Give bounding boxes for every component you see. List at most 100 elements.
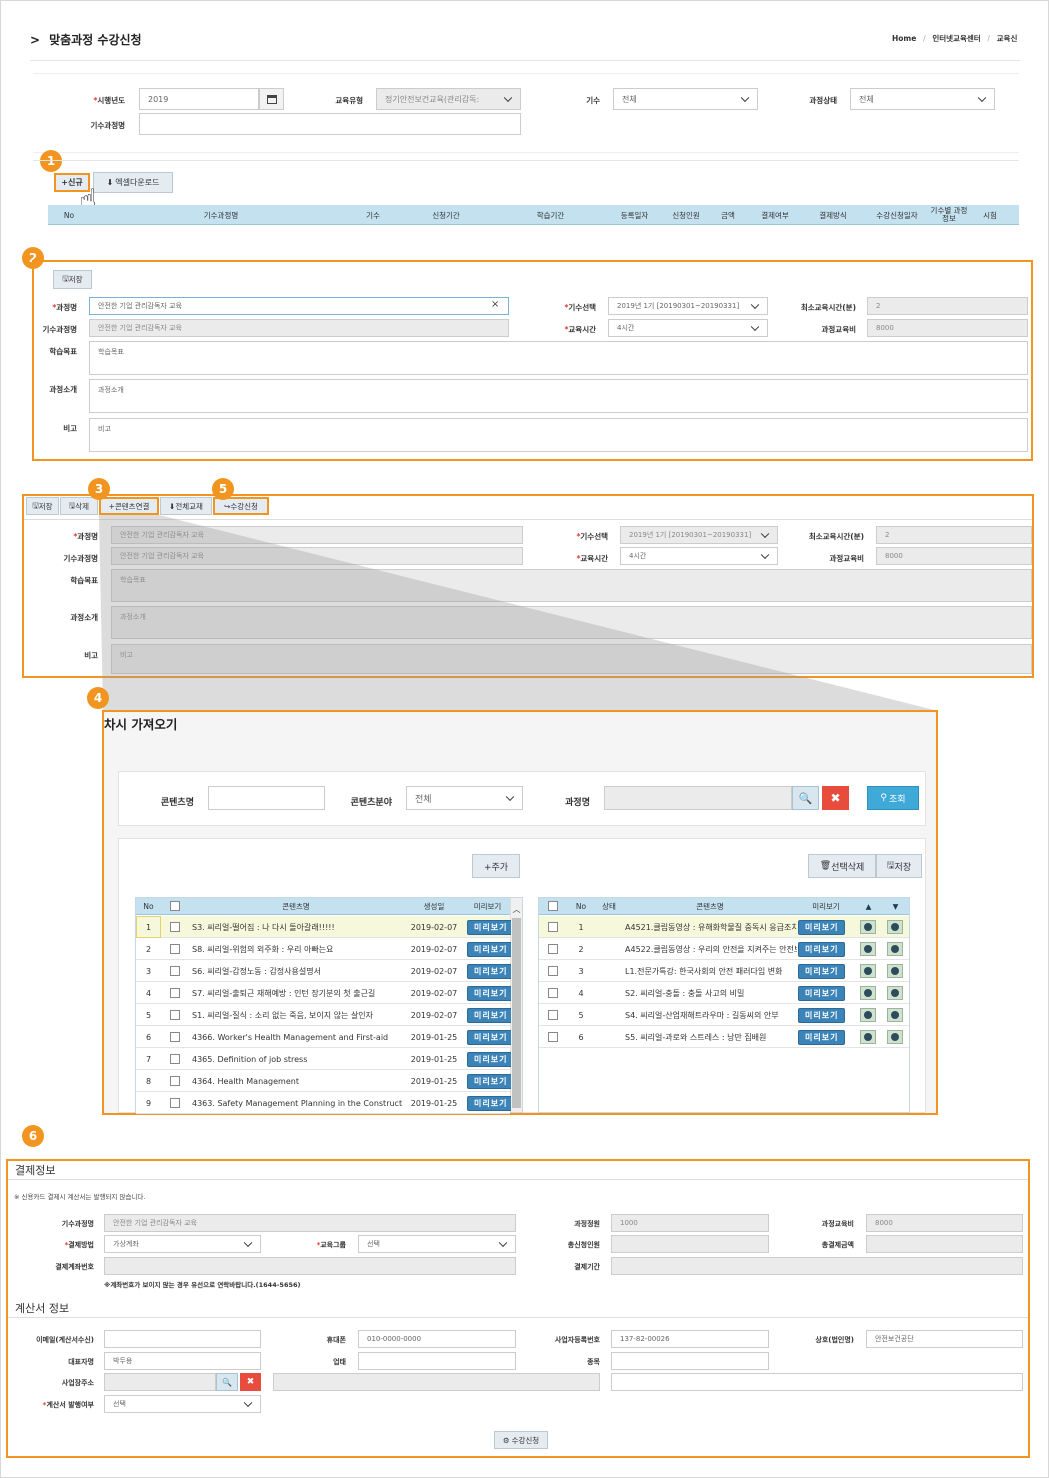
right-col-check[interactable]	[539, 897, 567, 915]
row-checkbox[interactable]	[539, 960, 567, 982]
email-input[interactable]	[104, 1330, 261, 1348]
preview-button[interactable]: 미리보기	[467, 916, 511, 938]
row-checkbox[interactable]	[539, 1026, 567, 1048]
preview-button[interactable]: 미리보기	[467, 1092, 511, 1114]
preview-button[interactable]: 미리보기	[798, 916, 856, 938]
left-row-date: 2019-01-25	[410, 1032, 458, 1042]
right-col-no[interactable]: No	[567, 897, 595, 915]
preview-button[interactable]: 미리보기	[798, 982, 856, 1004]
move-up-button[interactable]	[860, 960, 880, 982]
move-down-button[interactable]	[887, 938, 907, 960]
right-row[interactable]: 3 L1.전문가특강: 한국사회의 안전 패러다임 변화 미리보기	[539, 960, 909, 982]
bizitem-input[interactable]	[611, 1352, 769, 1370]
left-row[interactable]: 1 S3. 씨리얼-떨어짐 : 나 다시 돌아갈래!!!!! 2019-02-0…	[136, 916, 511, 938]
row-checkbox[interactable]	[539, 916, 567, 938]
content-field-select[interactable]: 전체	[406, 786, 523, 810]
close-icon[interactable]: ✖	[822, 786, 849, 810]
method-select[interactable]: 가상계좌	[104, 1235, 261, 1253]
address-input	[273, 1373, 600, 1391]
left-row[interactable]: 4 S7. 씨리얼-출퇴근 재해예방 : 인턴 장기분의 첫 출근길 2019-…	[136, 982, 511, 1004]
move-down-button[interactable]	[887, 1026, 907, 1048]
row-checkbox[interactable]	[539, 938, 567, 960]
search-button[interactable]: ⚲ 조회	[867, 786, 919, 810]
right-col-status[interactable]: 상태	[595, 897, 623, 915]
modal-save-button[interactable]: 🖫 저장	[876, 854, 922, 878]
search-icon[interactable]: 🔍	[216, 1373, 238, 1391]
move-down-button[interactable]	[887, 982, 907, 1004]
group-select[interactable]: 선택	[358, 1235, 516, 1253]
preview-button[interactable]: 미리보기	[467, 938, 511, 960]
preview-button[interactable]: 미리보기	[467, 1026, 511, 1048]
row-checkbox[interactable]	[161, 938, 189, 960]
issue-label: *계산서 발행여부	[42, 1401, 94, 1409]
row-checkbox[interactable]	[161, 982, 189, 1004]
preview-button[interactable]: 미리보기	[467, 982, 511, 1004]
left-row[interactable]: 2 S8. 씨리얼-위험의 외주화 : 우리 아빠는요 2019-02-07 미…	[136, 938, 511, 960]
left-row[interactable]: 6 4366. Worker's Health Management and F…	[136, 1026, 511, 1048]
preview-button[interactable]: 미리보기	[798, 1026, 856, 1048]
left-row[interactable]: 9 4363. Safety Management Planning in th…	[136, 1092, 511, 1114]
add-button[interactable]: +주가	[472, 854, 520, 878]
row-checkbox[interactable]	[161, 1070, 189, 1092]
right-row[interactable]: 1 A4521.클립동영상 : 유해화학물질 중독시 응급조치 미리보기	[539, 916, 909, 938]
right-row[interactable]: 4 S2. 씨리얼-충돌 : 충돌 사고의 비밀 미리보기	[539, 982, 909, 1004]
move-up-button[interactable]	[860, 1004, 880, 1026]
left-col-name[interactable]: 콘텐츠명	[189, 897, 403, 915]
move-down-icon[interactable]: ▼	[882, 897, 909, 915]
left-col-preview[interactable]: 미리보기	[465, 897, 510, 915]
preview-button[interactable]: 미리보기	[798, 960, 856, 982]
move-up-button[interactable]	[860, 1026, 880, 1048]
payment-title: 결제정보	[15, 1164, 56, 1177]
chevron-up-icon[interactable]: ︿	[511, 904, 522, 915]
company-input[interactable]: 안전보건공단	[866, 1330, 1023, 1348]
left-col-no[interactable]: No	[136, 897, 161, 915]
left-col-check[interactable]	[161, 897, 189, 915]
row-checkbox[interactable]	[161, 1004, 189, 1026]
right-col-preview[interactable]: 미리보기	[797, 897, 855, 915]
row-checkbox[interactable]	[161, 1092, 189, 1114]
row-checkbox[interactable]	[539, 982, 567, 1004]
delete-selected-button[interactable]: 🗑 선택삭제	[808, 854, 876, 878]
right-row[interactable]: 2 A4522.클립동영상 : 우리의 안전을 지켜주는 안전보건표지 미리보기	[539, 938, 909, 960]
content-name-input[interactable]	[208, 786, 325, 810]
left-grid-scrollbar[interactable]: ︿	[510, 898, 522, 1112]
move-down-button[interactable]	[887, 1004, 907, 1026]
final-apply-button[interactable]: ⚙ 수강신청	[494, 1431, 548, 1449]
move-up-icon[interactable]: ▲	[855, 897, 882, 915]
move-up-button[interactable]	[860, 982, 880, 1004]
phone-input[interactable]: 010-0000-0000	[358, 1330, 516, 1348]
biztype-input[interactable]	[358, 1352, 516, 1370]
address-detail-input[interactable]	[611, 1373, 1023, 1391]
row-checkbox[interactable]	[161, 916, 189, 938]
row-checkbox[interactable]	[539, 1004, 567, 1026]
left-row[interactable]: 7 4365. Definition of job stress 2019-01…	[136, 1048, 511, 1070]
bizno-input[interactable]: 137-82-00026	[611, 1330, 769, 1348]
left-row[interactable]: 5 S1. 씨리얼-질식 : 소리 없는 죽음, 보이지 않는 살인자 2019…	[136, 1004, 511, 1026]
ceo-input[interactable]: 박두용	[104, 1352, 261, 1370]
left-row[interactable]: 3 S6. 씨리얼-감정노동 : 감정사용설명서 2019-02-07 미리보기	[136, 960, 511, 982]
close-icon[interactable]: ✖	[240, 1373, 261, 1391]
preview-button[interactable]: 미리보기	[467, 1048, 511, 1070]
modal-course-input[interactable]	[604, 786, 792, 810]
search-icon[interactable]: 🔍	[792, 786, 819, 810]
right-col-name[interactable]: 콘텐츠명	[623, 897, 797, 915]
preview-button[interactable]: 미리보기	[467, 1070, 511, 1092]
preview-button[interactable]: 미리보기	[467, 960, 511, 982]
left-col-date[interactable]: 생성일	[403, 897, 465, 915]
row-checkbox[interactable]	[161, 1048, 189, 1070]
move-down-button[interactable]	[887, 916, 907, 938]
scroll-thumb[interactable]	[512, 918, 521, 1108]
right-row[interactable]: 5 S4. 씨리얼-산업재해트라우마 : 길동씨의 안부 미리보기	[539, 1004, 909, 1026]
issue-select[interactable]: 선택	[104, 1395, 261, 1413]
preview-button[interactable]: 미리보기	[467, 1004, 511, 1026]
left-row[interactable]: 8 4364. Health Management 2019-01-25 미리보…	[136, 1070, 511, 1092]
move-down-button[interactable]	[887, 960, 907, 982]
right-row[interactable]: 6 S5. 씨리얼-과로와 스트레스 : 낭만 집배원 미리보기	[539, 1026, 909, 1048]
preview-button[interactable]: 미리보기	[798, 938, 856, 960]
row-checkbox[interactable]	[161, 960, 189, 982]
move-up-button[interactable]	[860, 938, 880, 960]
preview-button[interactable]: 미리보기	[798, 1004, 856, 1026]
left-row-date: 2019-01-25	[410, 1098, 458, 1108]
row-checkbox[interactable]	[161, 1026, 189, 1048]
move-up-button[interactable]	[860, 916, 880, 938]
